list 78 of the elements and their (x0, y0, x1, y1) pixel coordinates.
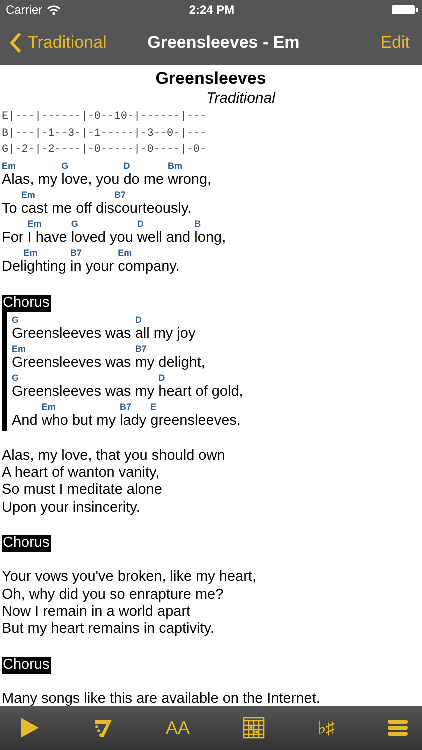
lyric-text: ighting (24, 258, 68, 276)
lyric-text: company. (118, 258, 180, 276)
chord-name: B7 (70, 248, 84, 258)
lyric-text: lady (120, 412, 148, 430)
lyric-text: loved you (71, 230, 134, 246)
toolbar-button[interactable]: ♭♯ (318, 717, 335, 739)
chord-name: B7 (135, 344, 148, 354)
section-label: Chorus (2, 535, 51, 552)
tab-line: B|---|-1--3-|-1-----|-3--0-|--- (2, 126, 208, 142)
chord-name: Em (118, 248, 134, 258)
lyric-line: So must I meditate alone (2, 482, 164, 500)
carrier-label: Carrier (6, 3, 43, 17)
chord-name: Bm (168, 160, 184, 172)
chevron-left-icon (10, 32, 22, 54)
tab-line: E|---|------|-0--10-|------|--- (2, 110, 208, 125)
lyric-text: Del (2, 258, 24, 276)
chord-name: D (137, 218, 145, 230)
chord-name: Em (12, 344, 28, 354)
back-button[interactable]: Traditional (10, 32, 107, 54)
lyric-line: Now I remain in a world apart (2, 604, 192, 622)
lyric-text: greensleeves. (150, 412, 241, 430)
lyric-text: do me (124, 172, 166, 188)
chord-name: G (12, 372, 20, 384)
chord-name: Em (21, 190, 36, 200)
lyric-line: Your vows you've broken, like my heart, (2, 569, 258, 587)
lyric-text: Greensleeves was (12, 354, 132, 372)
status-time: 2:24 PM (189, 3, 235, 17)
lyric-line: Oh, why did you so enrapture me? (2, 586, 225, 604)
chord-grid-icon[interactable] (242, 717, 265, 739)
lyric-line: Upon your insincerity. (2, 500, 142, 518)
lyric-text: Greensleeves was (12, 326, 132, 342)
chord-name: E (150, 402, 158, 412)
play-icon[interactable] (20, 717, 40, 739)
chord-name: Em (42, 402, 57, 412)
chord-name: G (12, 314, 20, 326)
lyric-text: And (12, 412, 39, 430)
tab-line: G|-2-|-2----|-0-----|-0----|-0- (2, 143, 208, 158)
lyric-line: Alas, my love, that you should own (2, 448, 226, 465)
lyric-text: who but my (42, 412, 117, 430)
lyric-line: Many songs like this are available on the Internet. (2, 690, 322, 706)
lyric-text: long, (194, 230, 226, 246)
song-artist: Traditional (206, 89, 277, 109)
lyric-text: heart of gold, (158, 384, 244, 400)
lyric-text: For (2, 230, 25, 246)
chord-name: Em (2, 160, 18, 172)
chord-name: B (194, 218, 202, 230)
lyric-text: my delight, (135, 354, 206, 372)
chord-name: D (135, 314, 143, 326)
wifi-icon (46, 5, 61, 15)
lyric-text: Alas, my (2, 172, 59, 188)
lyric-text: all my joy (135, 326, 196, 342)
chord-name: G (71, 218, 80, 230)
lyric-text: in your (70, 258, 116, 276)
lyric-text: well and (137, 230, 192, 246)
lyric-text: cast me off dis (21, 200, 115, 218)
navigation-title: Greensleeves - Em (148, 32, 300, 52)
lyric-text: courteously. (114, 200, 192, 218)
chord-name: Em (28, 218, 43, 230)
toolbar-button[interactable]: AA (166, 718, 190, 738)
lyric-line: But my heart remains in captivity. (2, 621, 216, 639)
chord-name: B7 (114, 190, 128, 200)
chord-name: B7 (120, 402, 133, 412)
lyric-text: Greensleeves was my (12, 384, 156, 400)
lyric-text: wrong, (168, 172, 212, 188)
lyric-line: A heart of wanton vanity, (2, 464, 161, 482)
lyric-text: To (2, 200, 18, 218)
chord-name: Em (24, 248, 39, 258)
section-label: Chorus (2, 656, 51, 674)
battery-icon (392, 5, 418, 15)
chord-name: D (158, 372, 166, 384)
edit-button[interactable]: Edit (380, 32, 410, 52)
song-title: Greensleeves (154, 68, 268, 89)
chord-name: D (124, 160, 132, 172)
menu-icon[interactable] (388, 719, 408, 737)
chord-name: G (62, 160, 70, 172)
lyric-text: I have (28, 230, 68, 246)
section-label: Chorus (2, 294, 51, 312)
lyric-text: love, you (62, 172, 121, 188)
